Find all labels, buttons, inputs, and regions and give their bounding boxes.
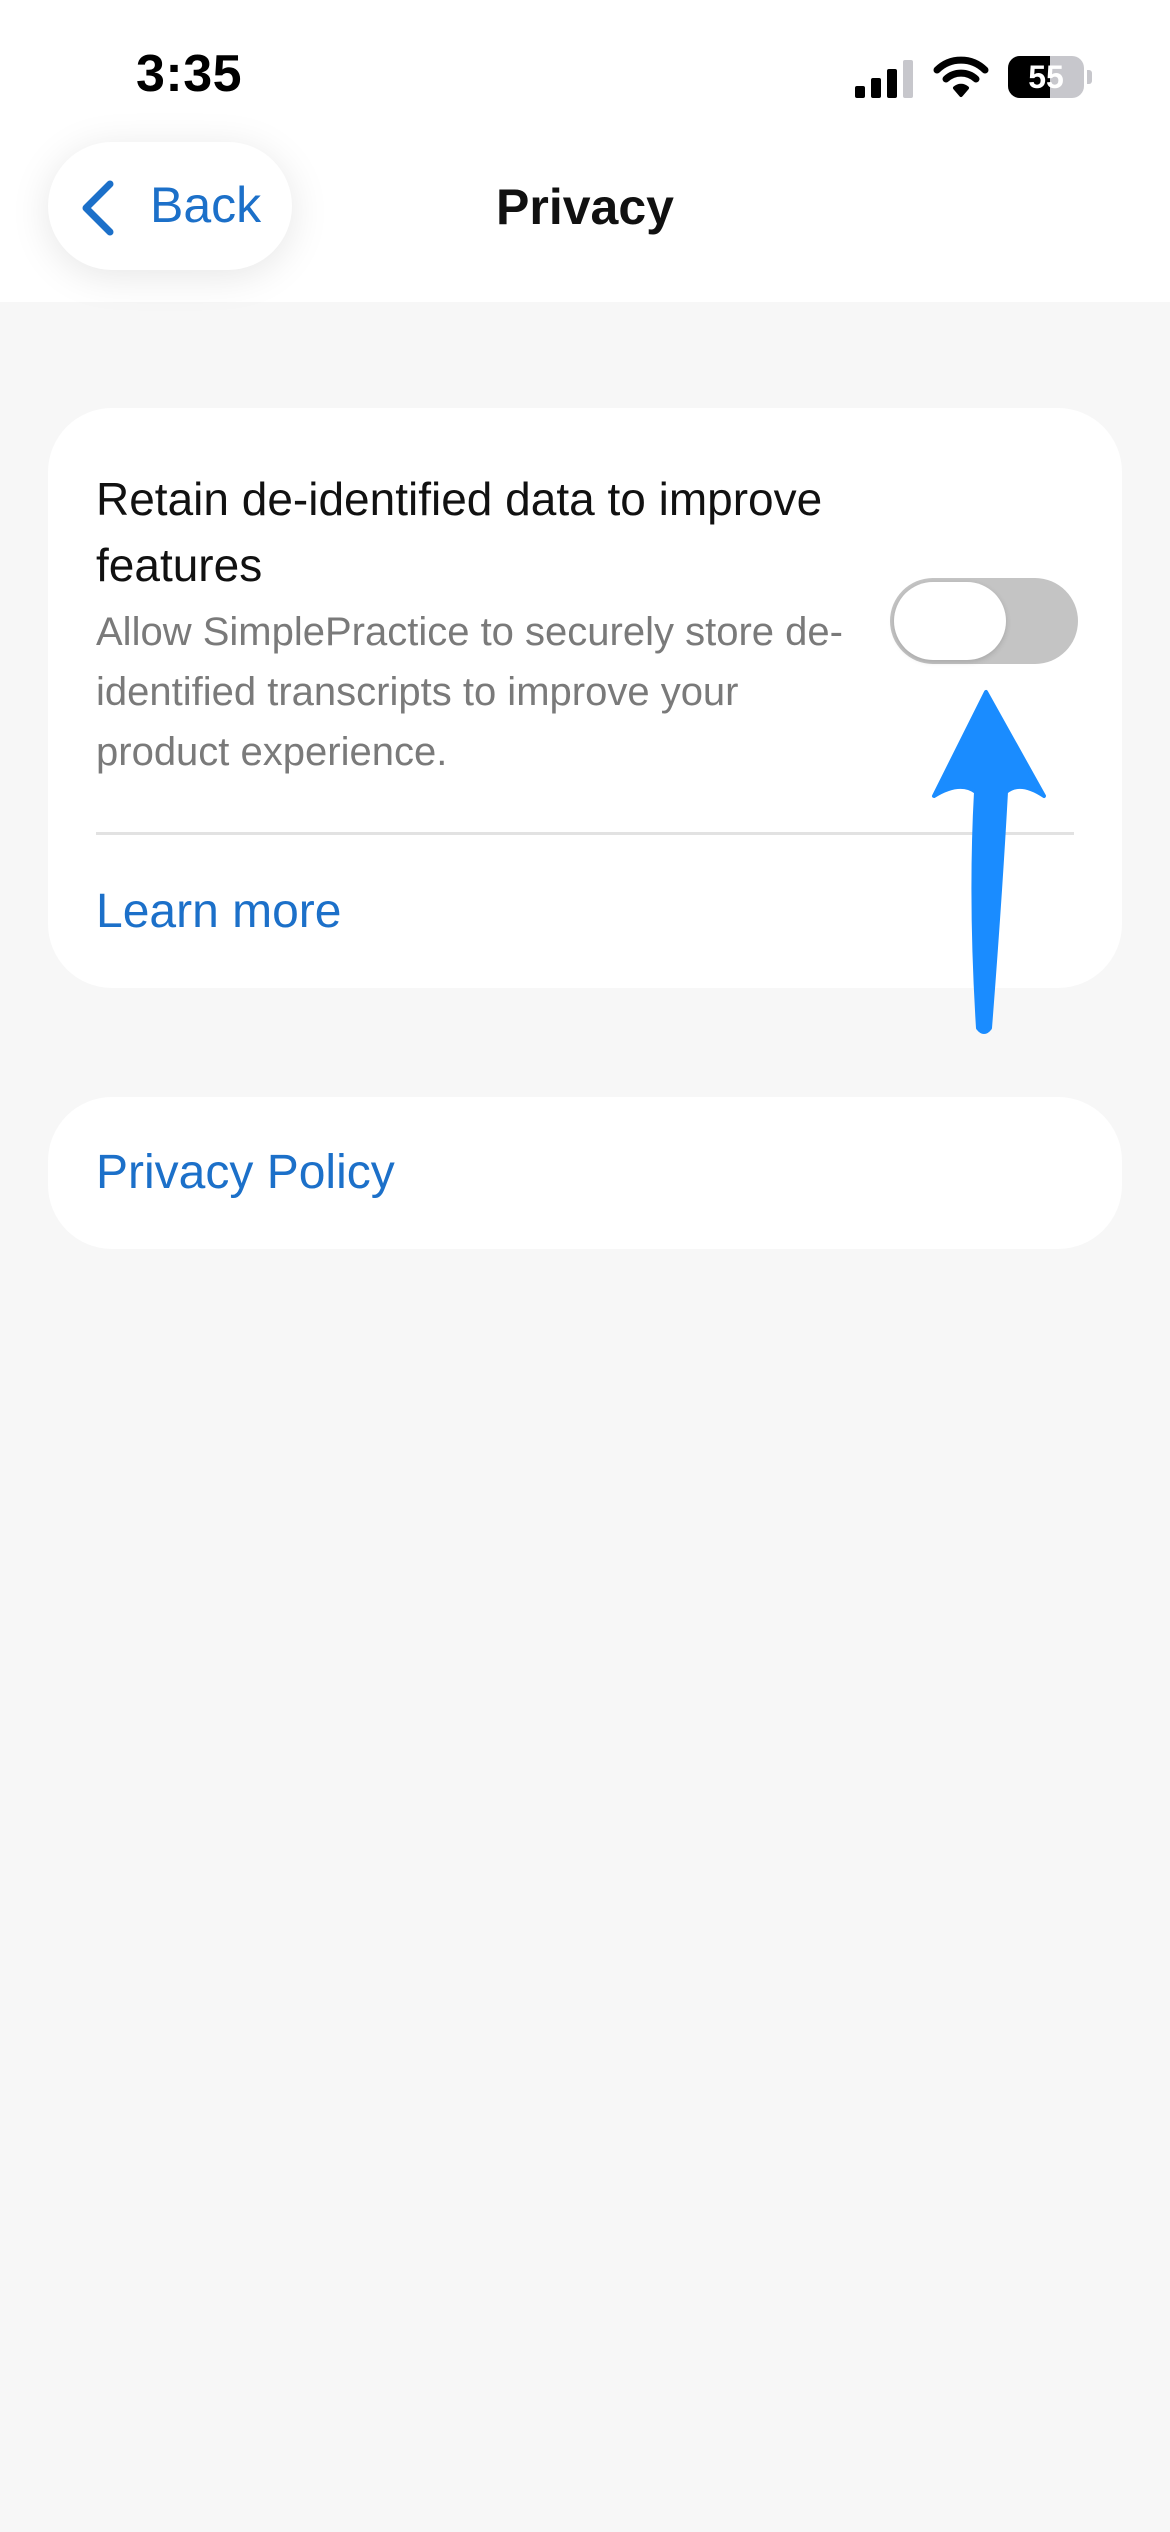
up-arrow-annotation-icon [932, 690, 1046, 1034]
battery-icon: 55 [1008, 56, 1092, 98]
wifi-icon [933, 56, 989, 97]
retain-data-toggle[interactable] [890, 578, 1078, 664]
page-title: Privacy [496, 179, 674, 235]
status-time: 3:35 [136, 45, 243, 103]
setting-title: Retain de-identified data to improve fea… [96, 473, 823, 591]
status-bar: 3:35 55 [0, 0, 1170, 140]
learn-more-link[interactable]: Learn more [96, 884, 341, 939]
navigation-bar: Back Privacy [0, 140, 1170, 270]
battery-tip [1087, 70, 1092, 84]
battery-body: 55 [1008, 56, 1084, 98]
privacy-policy-link[interactable]: Privacy Policy [96, 1145, 395, 1200]
setting-description: Allow SimplePractice to securely store d… [96, 610, 843, 774]
battery-level-text: 55 [1028, 59, 1064, 95]
header-area: 3:35 55 Back Privacy [0, 0, 1170, 302]
privacy-policy-card[interactable]: Privacy Policy [48, 1097, 1122, 1249]
cellular-signal-icon [855, 60, 913, 98]
toggle-knob [894, 582, 1006, 660]
